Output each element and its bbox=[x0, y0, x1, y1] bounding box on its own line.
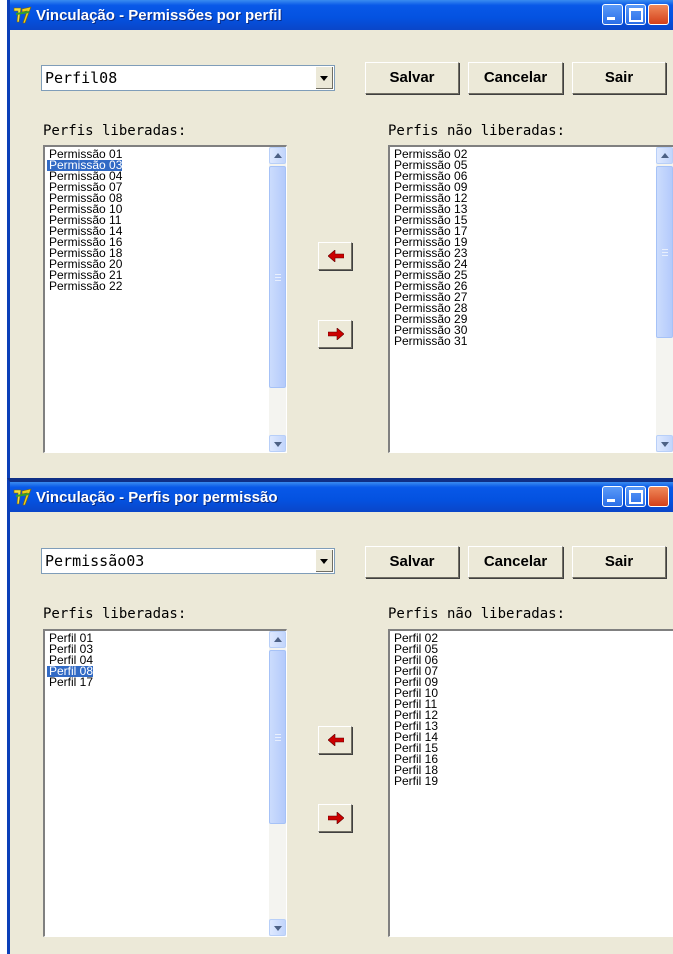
vertical-scrollbar[interactable] bbox=[269, 147, 286, 452]
vertical-scrollbar[interactable] bbox=[269, 631, 286, 936]
list-item[interactable]: Permissão 22 bbox=[47, 280, 122, 292]
scroll-up-icon[interactable] bbox=[656, 147, 673, 164]
list-item[interactable]: Permissão 31 bbox=[392, 335, 467, 347]
maximize-icon[interactable] bbox=[625, 4, 646, 25]
combo-value: Perfil08 bbox=[45, 69, 118, 87]
app-logo-icon bbox=[13, 6, 32, 24]
allowed-listbox[interactable]: Perfil 01 Perfil 03 Perfil 04 Perfil 08 Perf… bbox=[43, 629, 287, 937]
window-profiles-by-permission: Vinculação - Perfis por permissão Permis… bbox=[7, 478, 673, 954]
save-button[interactable]: Salvar bbox=[365, 62, 459, 94]
close-icon[interactable] bbox=[648, 4, 669, 25]
background-strip bbox=[0, 0, 7, 954]
list-item[interactable]: Perfil 17 bbox=[47, 676, 93, 688]
arrow-left-icon bbox=[328, 250, 344, 262]
arrow-right-icon bbox=[328, 328, 344, 340]
scroll-thumb[interactable] bbox=[269, 650, 286, 824]
window-title: Vinculação - Perfis por permissão bbox=[36, 489, 278, 506]
move-right-button[interactable] bbox=[318, 320, 352, 348]
maximize-icon[interactable] bbox=[625, 486, 646, 507]
allowed-list-label: Perfis liberadas: bbox=[43, 606, 187, 622]
minimize-icon[interactable] bbox=[602, 4, 623, 25]
vertical-scrollbar[interactable] bbox=[656, 147, 673, 452]
window-title: Vinculação - Permissões por perfil bbox=[36, 7, 282, 24]
exit-button[interactable]: Sair bbox=[572, 62, 666, 94]
scroll-down-icon[interactable] bbox=[269, 435, 286, 452]
denied-listbox[interactable]: Permissão 02 Permissão 05 Permissão 06 Perm… bbox=[388, 145, 673, 453]
app-logo-icon bbox=[13, 488, 32, 506]
denied-listbox[interactable]: Perfil 02 Perfil 05 Perfil 06 Perfil 07 Perf… bbox=[388, 629, 673, 937]
permission-combo[interactable]: Permissão03 bbox=[41, 548, 335, 574]
denied-items: Perfil 02 Perfil 05 Perfil 06 Perfil 07 Perf… bbox=[392, 632, 438, 787]
exit-button[interactable]: Sair bbox=[572, 546, 666, 578]
combo-value: Permissão03 bbox=[45, 552, 145, 570]
scroll-thumb[interactable] bbox=[269, 166, 286, 388]
chevron-down-icon[interactable] bbox=[315, 67, 333, 89]
allowed-list-label: Perfis liberadas: bbox=[43, 123, 187, 139]
scroll-up-icon[interactable] bbox=[269, 631, 286, 648]
denied-items: Permissão 02 Permissão 05 Permissão 06 Perm… bbox=[392, 148, 467, 347]
move-left-button[interactable] bbox=[318, 242, 352, 270]
allowed-items: Permissão 01 Permissão 03 Permissão 04 Perm… bbox=[47, 148, 123, 292]
window-permissions-by-profile: Vinculação - Permissões por perfil Perfi… bbox=[7, 0, 673, 478]
scroll-down-icon[interactable] bbox=[656, 435, 673, 452]
cancel-button[interactable]: Cancelar bbox=[468, 62, 563, 94]
scroll-down-icon[interactable] bbox=[269, 919, 286, 936]
allowed-listbox[interactable]: Permissão 01 Permissão 03 Permissão 04 Perm… bbox=[43, 145, 287, 453]
scroll-up-icon[interactable] bbox=[269, 147, 286, 164]
title-bar[interactable]: Vinculação - Perfis por permissão bbox=[10, 482, 673, 512]
denied-list-label: Perfis não liberadas: bbox=[388, 606, 566, 622]
arrow-left-icon bbox=[328, 734, 344, 746]
profile-combo[interactable]: Perfil08 bbox=[41, 65, 335, 91]
minimize-icon[interactable] bbox=[602, 486, 623, 507]
cancel-button[interactable]: Cancelar bbox=[468, 546, 563, 578]
denied-list-label: Perfis não liberadas: bbox=[388, 123, 566, 139]
scroll-thumb[interactable] bbox=[656, 166, 673, 338]
close-icon[interactable] bbox=[648, 486, 669, 507]
allowed-items: Perfil 01 Perfil 03 Perfil 04 Perfil 08 Perf… bbox=[47, 632, 94, 688]
move-left-button[interactable] bbox=[318, 726, 352, 754]
title-bar[interactable]: Vinculação - Permissões por perfil bbox=[10, 0, 673, 30]
save-button[interactable]: Salvar bbox=[365, 546, 459, 578]
chevron-down-icon[interactable] bbox=[315, 550, 333, 572]
move-right-button[interactable] bbox=[318, 804, 352, 832]
arrow-right-icon bbox=[328, 812, 344, 824]
list-item[interactable]: Perfil 19 bbox=[392, 775, 438, 787]
